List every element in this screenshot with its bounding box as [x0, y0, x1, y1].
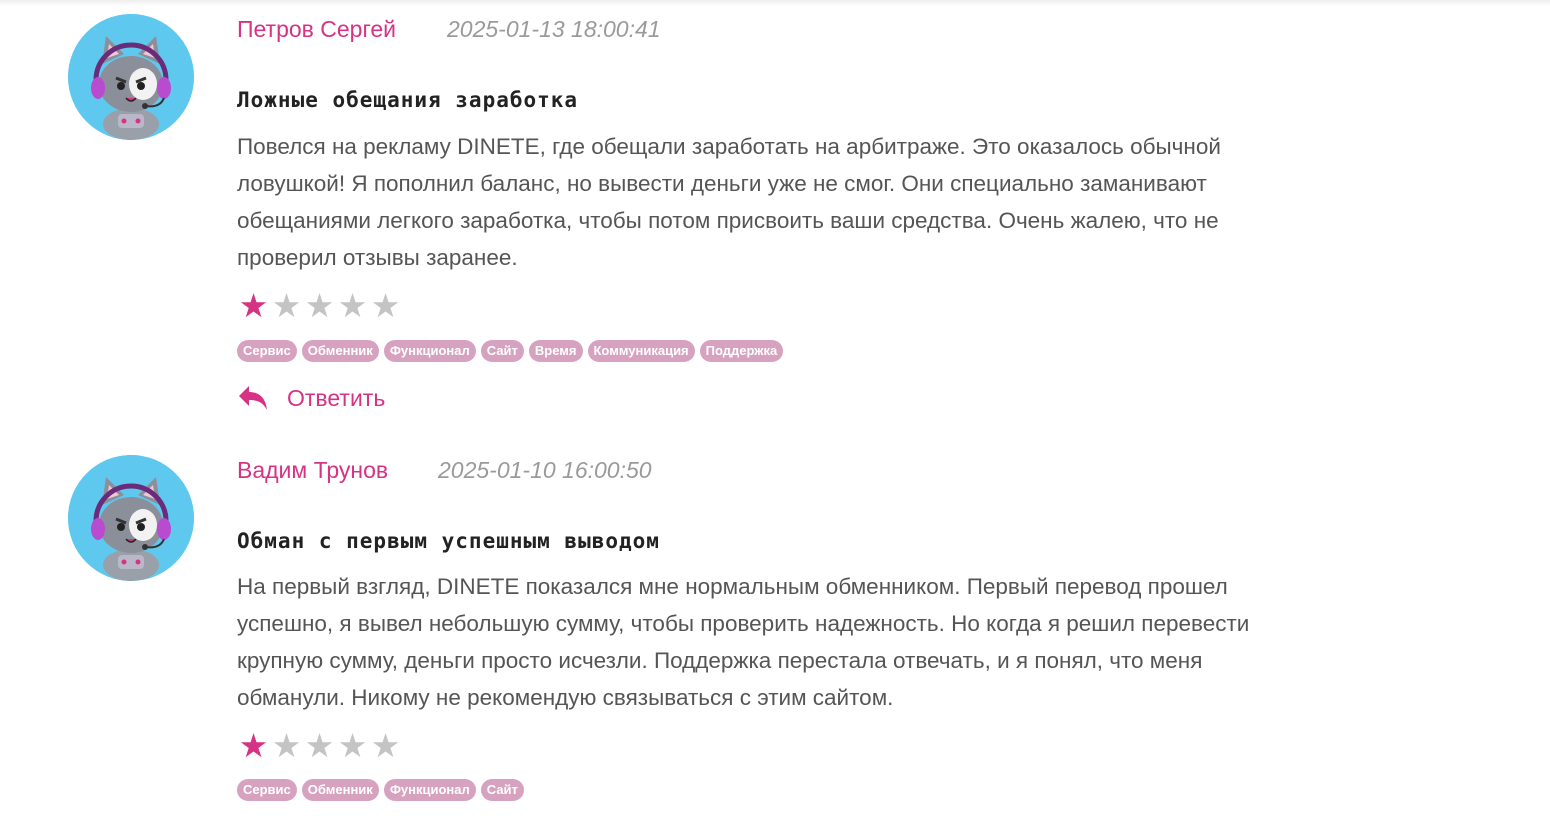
top-shadow — [0, 0, 1550, 6]
review-author[interactable]: Вадим Трунов — [237, 457, 388, 484]
review-author[interactable]: Петров Сергей — [237, 16, 396, 43]
review-text: На первый взгляд, DINETE показался мне н… — [237, 574, 1250, 710]
star-icon: ★ — [370, 287, 401, 324]
star-icon: ★ — [337, 287, 368, 324]
review-title: Обман с первым успешным выводом — [237, 529, 660, 553]
star-icon: ★ — [238, 727, 269, 764]
reply-arrow-icon — [239, 386, 267, 410]
review-date: 2025-01-10 16:00:50 — [438, 457, 652, 483]
tag[interactable]: Поддержка — [699, 340, 784, 362]
star-icon: ★ — [337, 727, 368, 764]
rating-stars: ★ ★ ★ ★ ★ — [237, 728, 402, 764]
review-date: 2025-01-13 18:00:41 — [447, 16, 661, 42]
tag[interactable]: Сервис — [237, 779, 297, 801]
tag[interactable]: Функционал — [383, 779, 476, 801]
tag[interactable]: Сайт — [480, 340, 524, 362]
cat-gamer-avatar-icon — [68, 14, 194, 140]
reply-label: Ответить — [287, 384, 386, 411]
reply-button[interactable]: Ответить — [237, 384, 385, 412]
star-icon: ★ — [238, 287, 269, 324]
tag-list: Сервис Обменник Функционал Сайт Время Ко… — [237, 340, 784, 362]
star-icon: ★ — [370, 727, 401, 764]
tag[interactable]: Обменник — [301, 779, 379, 801]
star-icon: ★ — [271, 727, 302, 764]
star-icon: ★ — [271, 287, 302, 324]
tag[interactable]: Время — [528, 340, 583, 362]
review-text: Повелся на рекламу DINETE, где обещали з… — [237, 134, 1221, 270]
tag[interactable]: Обменник — [301, 340, 379, 362]
tag[interactable]: Функционал — [383, 340, 476, 362]
tag[interactable]: Сайт — [480, 779, 524, 801]
rating-stars: ★ ★ ★ ★ ★ — [237, 288, 402, 324]
star-icon: ★ — [304, 287, 335, 324]
star-icon: ★ — [304, 727, 335, 764]
cat-gamer-avatar-icon — [68, 455, 194, 581]
review-title: Ложные обещания заработка — [237, 88, 579, 112]
avatar — [68, 14, 194, 140]
avatar — [68, 455, 194, 581]
tag[interactable]: Коммуникация — [587, 340, 695, 362]
tag[interactable]: Сервис — [237, 340, 297, 362]
tag-list: Сервис Обменник Функционал Сайт — [237, 779, 524, 801]
